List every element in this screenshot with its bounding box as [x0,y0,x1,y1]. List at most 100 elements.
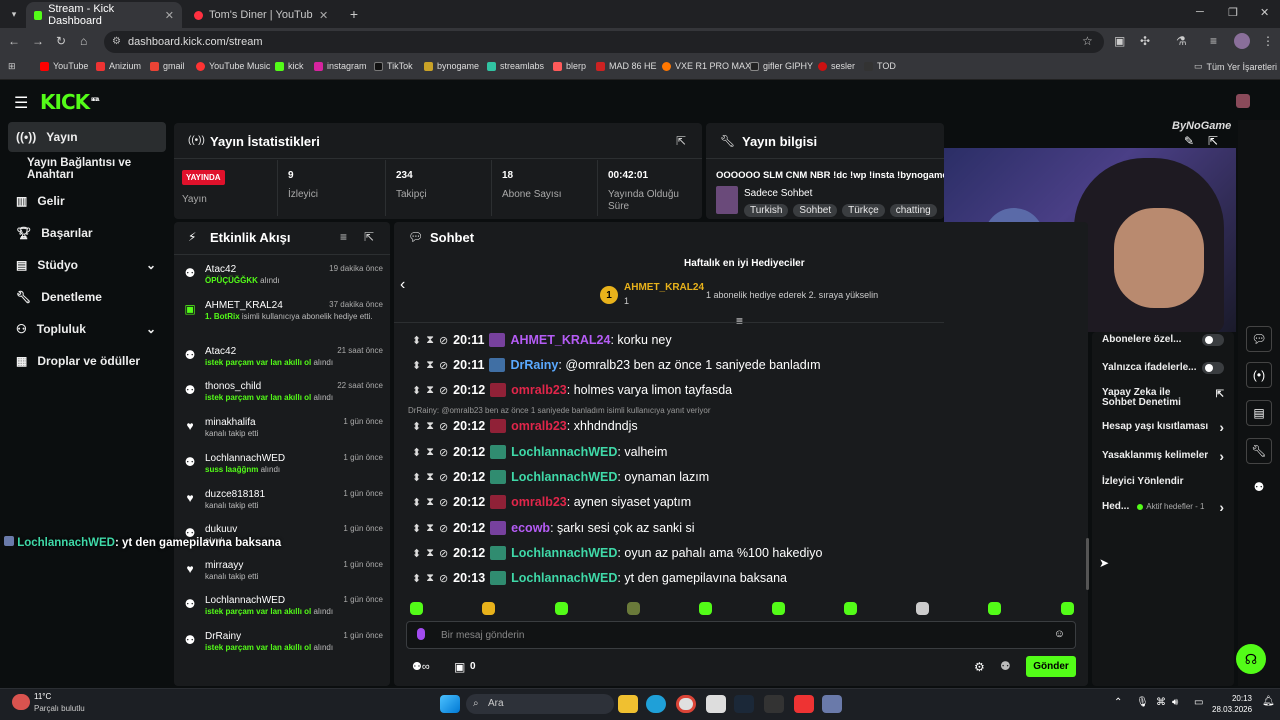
chat-message[interactable]: ⬍ ⧗ ⊘ 20:13 LochlannachWED: yt den gamepil… [412,567,787,589]
steam-icon[interactable] [734,695,754,713]
chat-message[interactable]: ⬍ ⧗ ⊘ 20:11 AHMET_KRAL24: korku ney [412,329,672,351]
profile-avatar[interactable] [1234,33,1250,49]
ban-icon[interactable]: ⊘ [439,547,448,560]
broadcast-icon[interactable]: (•) [1246,362,1272,388]
bookmark-blerp[interactable]: blerp [553,61,586,71]
activity-username[interactable]: Atac42 [205,264,236,275]
nav-basarilar[interactable]: 🏆︎ Başarılar [8,218,166,248]
clock-date[interactable]: 28.03.2026 [1212,705,1252,714]
tag[interactable]: Turkish [744,204,789,217]
category-name[interactable]: Sadece Sohbet [744,188,812,199]
chat-username[interactable]: omralb23 [511,419,567,433]
bookmark-mad86[interactable]: MAD 86 HE [596,61,657,71]
emote-icon[interactable] [771,602,785,615]
emote-icon[interactable] [916,602,930,615]
help-icon[interactable]: ☊ [1236,644,1266,674]
popout-icon[interactable]: ⇱ [1208,134,1218,148]
nav-yayin[interactable]: ((•)) Yayın [8,122,166,152]
ban-icon[interactable]: ⊘ [439,420,448,433]
chat-input[interactable]: Bir mesaj gönderin ☺ [406,621,1076,649]
activity-username[interactable]: Atac42 [205,346,236,357]
activity-username[interactable]: minakhalifa [205,417,256,428]
chat-message[interactable]: ⬍ ⧗ ⊘ 20:12 omralb23: xhhdndndjs [412,415,638,437]
notification-icon[interactable]: 🔔︎ [1262,696,1275,707]
activity-username[interactable]: LochlannachWED [205,595,285,606]
store-icon[interactable] [706,695,726,713]
chat-username[interactable]: LochlannachWED [511,445,617,459]
emote-icon[interactable] [843,602,857,615]
pin-icon[interactable]: ⬍ [412,572,421,585]
chat-message[interactable]: ⬍ ⧗ ⊘ 20:12 omralb23: aynen siyaset yaptım [412,491,691,513]
chat-username[interactable]: DrRainy [510,358,558,372]
filter-icon[interactable]: ≡ [340,230,347,244]
activity-username[interactable]: mirraayy [205,560,243,571]
emote-icon[interactable] [482,602,496,615]
chat-message[interactable]: ⬍ ⧗ ⊘ 20:12 LochlannachWED: oynaman lazım [412,466,709,488]
puzzle-icon[interactable]: ✣ [1140,34,1150,48]
tray-chevron-icon[interactable]: ⌃ [1114,697,1122,708]
kick-logo[interactable]: KICK BETA [40,90,99,114]
timeout-icon[interactable]: ⧗ [426,359,434,372]
microphone-tray-icon[interactable]: 🎙︎ [1136,697,1149,708]
user-avatar[interactable] [1236,94,1250,108]
windows-start-icon[interactable] [440,695,460,713]
chat-username[interactable]: LochlannachWED [511,546,617,560]
activity-username[interactable]: thonos_child [205,381,261,392]
pin-icon[interactable]: ⬍ [412,471,421,484]
reload-icon[interactable]: ↻ [56,34,66,48]
bookmark-youtube[interactable]: YouTube [40,61,88,71]
emote-icon[interactable] [1060,602,1074,615]
timeout-icon[interactable]: ⧗ [426,496,434,509]
setting-banned-words[interactable]: Yasaklanmış kelimeler › [1102,448,1224,464]
points-icon[interactable]: ⚉ [1246,474,1272,500]
close-tab-icon[interactable]: ✕ [165,9,174,22]
pin-icon[interactable]: ⬍ [412,384,421,397]
nav-droplar[interactable]: ▦ Droplar ve ödüller [8,346,166,376]
pin-icon[interactable]: ⬍ [412,446,421,459]
setting-account-age[interactable]: Hesap yaşı kısıtlaması › [1102,419,1224,435]
microphone-icon[interactable] [417,628,425,640]
file-explorer-icon[interactable] [618,695,638,713]
site-info-icon[interactable]: ⚙ [112,36,121,47]
lab-icon[interactable]: ⚗ [1176,34,1187,48]
popout-icon[interactable]: ⇱ [364,230,374,244]
chrome-icon[interactable] [676,695,696,713]
top-gifter-name[interactable]: AHMET_KRAL24 [624,282,704,293]
app-icon[interactable] [794,695,814,713]
maximize-icon[interactable]: ❐ [1228,6,1238,19]
volume-icon[interactable]: 🔊︎ [1172,697,1178,708]
url-field[interactable]: dashboard.kick.com/stream [104,31,1104,53]
nav-topluluk[interactable]: ⚇ Topluluk ⌄ [8,314,166,344]
chat-username[interactable]: AHMET_KRAL24 [510,333,610,347]
ban-icon[interactable]: ⊘ [439,572,448,585]
gift-box-icon[interactable]: ▣ [454,660,465,674]
tab-kick-dashboard[interactable]: Stream - Kick Dashboard ✕ [26,2,182,28]
close-window-icon[interactable]: ✕ [1260,6,1269,19]
chat-username[interactable]: omralb23 [511,495,567,509]
hamburger-menu-icon[interactable]: ☰ [14,93,28,113]
activity-username[interactable]: LochlannachWED [205,453,285,464]
timeout-icon[interactable]: ⧗ [426,384,434,397]
pin-icon[interactable]: ⬍ [412,334,421,347]
emote-icon[interactable] [699,602,713,615]
minimize-icon[interactable]: ─ [1196,6,1204,18]
points-icon[interactable]: ⚉∞ [412,660,430,673]
bookmark-kick[interactable]: kick [275,61,304,71]
nav-gelir[interactable]: ▥ Gelir [8,186,166,216]
popout-icon[interactable]: ⇱ [676,134,686,148]
bookmark-anizium[interactable]: Anizium [96,61,141,71]
timeout-icon[interactable]: ⧗ [426,334,434,347]
bookmark-instagram[interactable]: instagram [314,61,367,71]
bookmark-star-icon[interactable]: ☆ [1082,34,1093,48]
send-button[interactable]: Gönder [1026,656,1076,677]
new-tab-icon[interactable]: + [346,6,362,22]
chat-username[interactable]: ecowb [511,521,550,535]
bookmark-gmail[interactable]: gmail [150,61,185,71]
bookmark-streamlabs[interactable]: streamlabs [487,61,544,71]
weather-temp[interactable]: 11°C [34,692,51,701]
taskbar-search[interactable]: ⌕ Ara [466,694,614,714]
app-icon[interactable] [822,695,842,713]
pin-icon[interactable]: ⬍ [412,359,421,372]
chat-message[interactable]: ⬍ ⧗ ⊘ 20:12 omralb23: holmes varya limon t… [412,379,732,401]
timeout-icon[interactable]: ⧗ [426,547,434,560]
